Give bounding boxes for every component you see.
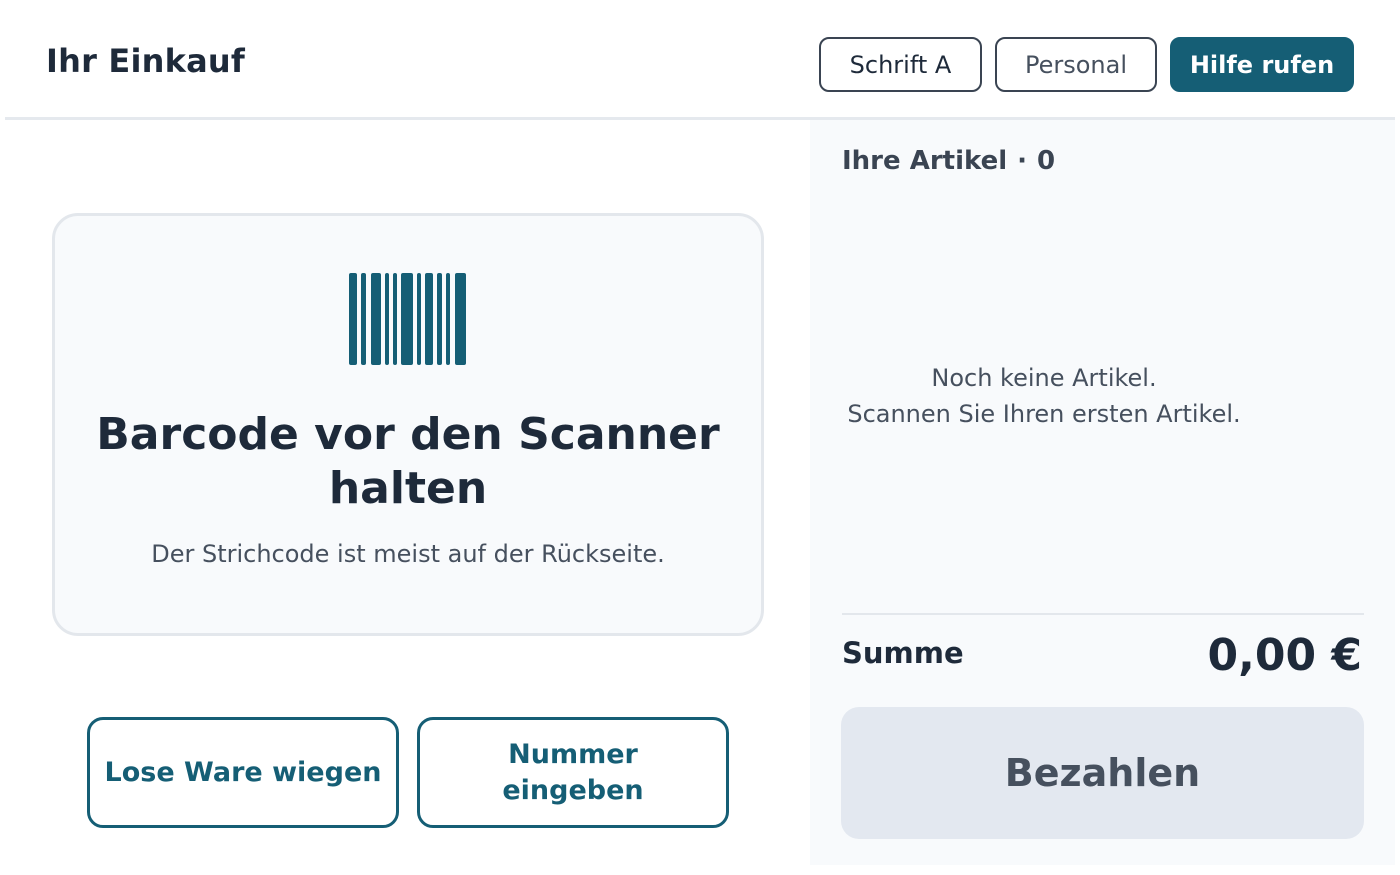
empty-cart-message: Noch keine Artikel. Scannen Sie Ihren er… [842, 360, 1246, 432]
enter-number-button[interactable]: Nummer eingeben [417, 717, 729, 828]
empty-cart-line2: Scannen Sie Ihren ersten Artikel. [847, 400, 1241, 428]
enter-number-label: Nummer eingeben [502, 737, 643, 809]
call-help-button[interactable]: Hilfe rufen [1170, 37, 1354, 92]
pay-button[interactable]: Bezahlen [841, 707, 1364, 839]
cart-item-count: 0 [1037, 146, 1056, 176]
scan-hint: Der Strichcode ist meist auf der Rücksei… [151, 540, 665, 568]
scan-title-line2: halten [328, 463, 488, 514]
cart-heading-label: Ihre Artikel [842, 146, 1008, 176]
barcode-icon [349, 273, 466, 365]
header: Ihr Einkauf Schrift A Personal Hilfe ruf… [0, 0, 1400, 118]
font-size-button[interactable]: Schrift A [819, 37, 982, 92]
page-title: Ihr Einkauf [46, 42, 245, 80]
sum-divider [842, 613, 1364, 615]
weigh-loose-goods-button[interactable]: Lose Ware wiegen [87, 717, 399, 828]
enter-number-line2: eingeben [502, 774, 644, 806]
scan-title: Barcode vor den Scanner halten [52, 408, 764, 516]
cart-heading-separator: · [1017, 146, 1028, 176]
scan-title-line1: Barcode vor den Scanner [96, 409, 720, 460]
weigh-button-label: Lose Ware wiegen [104, 756, 382, 788]
sum-value: 0,00 € [1207, 630, 1363, 681]
cart-heading: Ihre Artikel · 0 [842, 146, 1055, 176]
call-staff-button[interactable]: Personal [995, 37, 1157, 92]
enter-number-line1: Nummer [508, 738, 638, 770]
sum-label: Summe [842, 636, 964, 670]
empty-cart-line1: Noch keine Artikel. [931, 364, 1157, 392]
